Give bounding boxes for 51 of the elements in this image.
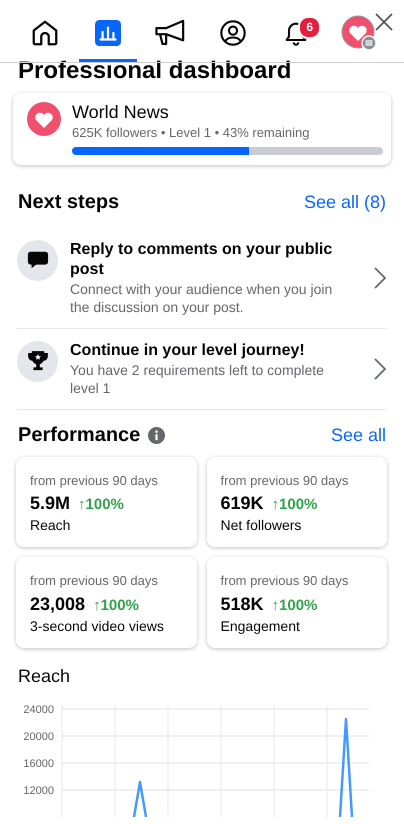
metric-value: 619K xyxy=(220,492,264,515)
notification-badge: 6 xyxy=(298,16,322,39)
y-axis-label: 16000 xyxy=(23,758,54,770)
metric-card[interactable]: from previous 90 days 23,008 ↑100% 3-second video views xyxy=(16,557,196,648)
line-peak-drawing xyxy=(132,780,148,818)
metric-card[interactable]: from previous 90 days 518K ↑100% Engagement xyxy=(206,557,387,648)
page-card[interactable]: World News 625K followers • Level 1 • 43% remaining xyxy=(13,93,391,164)
metric-value: 23,008 xyxy=(30,592,86,616)
metric-label: Engagement xyxy=(220,618,301,634)
step-description: Connect with your audience when you join the discussion on your post. xyxy=(70,280,334,316)
next-step-item[interactable]: Reply to comments on your public post Connect with your audience when you join the discussion on your post. xyxy=(17,228,386,328)
chevron-icon xyxy=(374,358,386,380)
step-description: You have 2 requirements left to complete level 1 xyxy=(70,360,325,396)
bar-chart-icon xyxy=(94,20,121,46)
metric-value: 518K xyxy=(220,592,264,616)
comment-icon xyxy=(17,240,58,280)
metric-label: Reach xyxy=(30,517,72,534)
section-heading: Performance xyxy=(18,423,140,447)
metric-period: from previous 90 days xyxy=(220,472,350,490)
step-title: Continue in your level journey! xyxy=(70,340,306,360)
y-axis-label: 24000 xyxy=(23,704,54,716)
page-name: World News xyxy=(72,101,170,123)
metric-change: ↑100% xyxy=(272,495,318,515)
metric-card[interactable]: from previous 90 days 619K ↑100% Net followers xyxy=(206,456,387,547)
chevron-icon xyxy=(374,266,386,288)
heart-avatar-icon xyxy=(340,14,377,50)
metric-period: from previous 90 days xyxy=(30,472,159,490)
metric-label: 3-second video views xyxy=(30,618,165,634)
metric-period: from previous 90 days xyxy=(220,572,350,590)
metric-value: 5.9M xyxy=(30,492,70,515)
see-all-link[interactable]: See all xyxy=(330,422,386,448)
next-step-item[interactable]: Continue in your level journey! You have 2 requirements left to complete level 1 xyxy=(17,328,386,410)
section-heading: Reach xyxy=(18,666,70,688)
metric-label: Net followers xyxy=(220,517,302,534)
metric-change: ↑100% xyxy=(272,596,318,616)
profile-icon xyxy=(219,18,248,46)
heart-avatar-icon xyxy=(26,101,62,137)
page-stats: 625K followers • Level 1 • 43% remaining xyxy=(72,124,310,142)
metric-period: from previous 90 days xyxy=(30,572,159,590)
home-icon xyxy=(30,18,60,48)
info-icon[interactable] xyxy=(148,426,166,444)
trophy-icon xyxy=(17,340,58,382)
y-axis-label: 12000 xyxy=(23,785,54,798)
step-title: Reply to comments on your public post xyxy=(70,240,334,280)
y-axis-label: 20000 xyxy=(23,731,54,744)
section-heading: Next steps xyxy=(18,190,120,214)
metric-card[interactable]: from previous 90 days 5.9M ↑100% Reach xyxy=(16,456,196,547)
metric-change: ↑100% xyxy=(93,596,139,616)
see-all-link[interactable]: See all (8) xyxy=(304,188,386,216)
metric-change: ↑100% xyxy=(78,495,124,515)
close-icon[interactable] xyxy=(374,12,394,32)
